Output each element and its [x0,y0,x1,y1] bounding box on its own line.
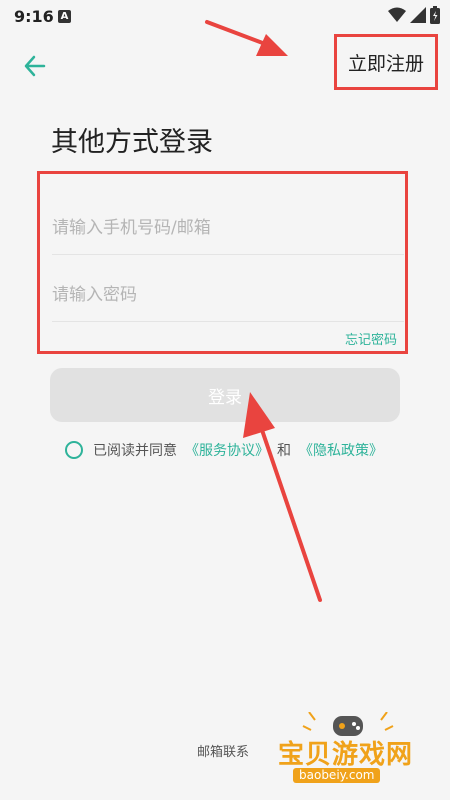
notification-badge-icon: A [58,10,71,23]
login-label: 登录 [208,387,242,408]
register-button[interactable]: 立即注册 [334,34,438,90]
signal-icon [410,7,426,23]
wifi-icon [388,7,406,22]
watermark-logo: 宝贝游戏网 baobeiy.com [273,712,423,784]
mail-contact-link[interactable]: 邮箱联系 [197,741,249,760]
account-input[interactable] [52,208,402,248]
login-button[interactable]: 登录 [50,368,400,422]
agree-radio[interactable] [65,441,83,459]
battery-icon [430,6,440,24]
page-title: 其他方式登录 [51,127,213,158]
login-form: 忘记密码 [37,171,408,354]
back-button[interactable] [20,50,52,82]
divider [52,254,404,255]
forgot-password-link[interactable]: 忘记密码 [345,329,397,348]
agree-prefix: 已阅读并同意 [93,443,177,459]
privacy-policy-link[interactable]: 《隐私政策》 [299,440,383,460]
status-bar: 9:16 A [0,0,450,32]
watermark-text: 宝贝游戏网 [278,740,414,770]
watermark-url: baobeiy.com [293,768,381,783]
agree-and: 和 [277,443,291,459]
agreement-row: 已阅读并同意 《服务协议》 和 《隐私政策》 [65,440,383,460]
service-agreement-link[interactable]: 《服务协议》 [185,440,269,460]
divider [52,321,404,322]
status-icons [388,6,440,24]
register-label: 立即注册 [347,52,424,75]
arrow-left-icon [24,55,46,77]
password-input[interactable] [52,275,402,315]
status-time: 9:16 [14,7,54,26]
